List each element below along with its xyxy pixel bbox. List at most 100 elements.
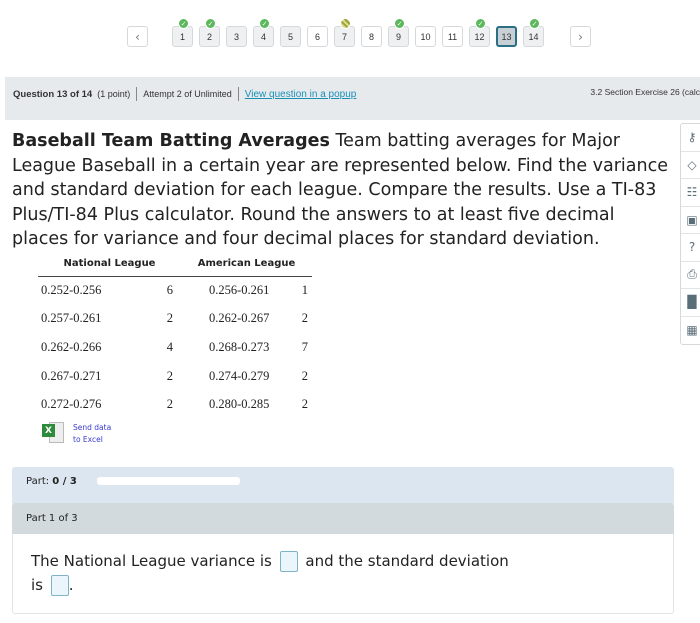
question-pager: ‹ 1 ✓ 2 ✓ 3 4 ✓ 5 6 7 8 9 ✓ 10 11 12 ✓ 13 14 ✓ ›	[0, 18, 700, 48]
print-icon[interactable]: ⎙	[681, 262, 700, 289]
question-number-label: 5	[287, 31, 293, 42]
question-number-label: 4	[260, 31, 266, 42]
tools-sidebar: ⚷ ◇ ☷ ▣ ? ⎙ ▐▌ ▦	[680, 123, 700, 345]
part-header: Part 1 of 3	[12, 503, 674, 534]
col-header-american: American League	[181, 256, 312, 277]
question-1-button[interactable]: 1 ✓	[172, 18, 193, 47]
std-dev-input[interactable]	[50, 575, 69, 596]
next-question-button[interactable]: ›	[570, 26, 591, 47]
check-icon: ✓	[394, 18, 405, 29]
question-number-label: 14	[528, 31, 539, 42]
question-5-button[interactable]: 5	[280, 26, 301, 47]
textbook-icon[interactable]: ▣	[681, 207, 700, 234]
table-row: 0.262-0.266 4 0.268-0.273 7	[38, 333, 312, 362]
chevron-right-icon: ›	[578, 29, 583, 44]
question-6-button[interactable]: 6	[307, 26, 328, 47]
range-cell: 0.257-0.261	[41, 311, 102, 326]
review-icon[interactable]: ☷	[681, 179, 700, 207]
check-icon: ✓	[259, 18, 270, 29]
excel-icon: X	[42, 422, 66, 444]
view-popup-link[interactable]: View question in a popup	[245, 89, 357, 100]
check-icon: ✓	[475, 18, 486, 29]
prev-question-button[interactable]: ‹	[127, 26, 148, 47]
divider	[237, 87, 239, 101]
question-2-button[interactable]: 2 ✓	[199, 18, 220, 47]
part-label: Part:	[26, 476, 53, 487]
answer-text: .	[68, 576, 74, 594]
question-number: Question 13 of 14	[13, 88, 93, 100]
frequency-cell: 7	[301, 339, 308, 354]
question-number-label: 8	[368, 31, 374, 42]
help-icon[interactable]: ?	[681, 234, 700, 262]
range-cell: 0.268-0.273	[209, 339, 270, 354]
question-number-label: 9	[395, 31, 401, 42]
check-icon: ✓	[205, 18, 216, 29]
variance-input[interactable]	[279, 551, 298, 572]
question-number-label: 6	[314, 31, 320, 42]
send-to-excel-button[interactable]: X Send data to Excel	[42, 422, 111, 446]
check-icon: ✓	[529, 18, 540, 29]
question-number-label: 11	[447, 31, 458, 42]
question-number-label: 10	[420, 31, 431, 42]
question-7-button[interactable]: 7	[334, 18, 355, 47]
question-title: Baseball Team Batting Averages	[12, 131, 330, 151]
frequency-cell: 2	[301, 368, 308, 383]
table-row: 0.272-0.276 2 0.280-0.285 2	[38, 390, 312, 419]
range-cell: 0.274-0.279	[209, 368, 270, 383]
question-14-button[interactable]: 14 ✓	[523, 18, 544, 47]
answer-text: and the standard deviation	[305, 552, 509, 570]
partial-credit-icon	[340, 18, 351, 29]
range-cell: 0.272-0.276	[41, 397, 102, 412]
frequency-cell: 2	[301, 311, 308, 326]
question-text: Baseball Team Batting Averages Team batt…	[12, 129, 674, 252]
question-3-button[interactable]: 3	[226, 26, 247, 47]
range-cell: 0.267-0.271	[41, 368, 102, 383]
question-number-label: 7	[341, 31, 347, 42]
attempt-info: Attempt 2 of Unlimited	[143, 89, 232, 99]
frequency-cell: 1	[301, 283, 308, 298]
question-10-button[interactable]: 10	[415, 26, 436, 47]
section-label: 3.2 Section Exercise 26 (calc	[590, 87, 700, 97]
question-13-button[interactable]: 13	[496, 26, 517, 47]
question-number-label: 1	[179, 31, 185, 42]
frequency-cell: 2	[166, 397, 173, 412]
answer-text: The National League variance is	[31, 552, 272, 570]
table-row: 0.252-0.256 6 0.256-0.261 1	[38, 276, 312, 305]
range-cell: 0.280-0.285	[209, 397, 270, 412]
question-number-label: 12	[474, 31, 485, 42]
divider	[136, 87, 138, 101]
range-cell: 0.252-0.256	[41, 283, 102, 298]
part-progress-bar: Part: 0 / 3	[12, 467, 674, 505]
col-header-national: National League	[38, 256, 181, 277]
question-4-button[interactable]: 4 ✓	[253, 18, 274, 47]
question-number-label: 13	[501, 31, 512, 42]
direction-sign-icon[interactable]: ◇	[681, 152, 700, 179]
key-icon[interactable]: ⚷	[681, 124, 700, 152]
calculator-icon[interactable]: ▦	[681, 317, 700, 345]
excel-label: to Excel	[73, 435, 103, 444]
table-row: 0.257-0.261 2 0.262-0.267 2	[38, 305, 312, 334]
range-cell: 0.262-0.266	[41, 339, 102, 354]
part-value: 0 / 3	[52, 476, 77, 487]
part-body: The National League variance is and the …	[12, 534, 674, 614]
chevron-left-icon: ‹	[135, 29, 140, 44]
table-row: 0.267-0.271 2 0.274-0.279 2	[38, 362, 312, 391]
question-9-button[interactable]: 9 ✓	[388, 18, 409, 47]
frequency-cell: 2	[166, 311, 173, 326]
progress-track	[97, 477, 240, 485]
frequency-cell: 4	[166, 339, 173, 354]
question-header: Question 13 of 14 (1 point) Attempt 2 of…	[5, 77, 700, 120]
frequency-cell: 2	[166, 368, 173, 383]
frequency-cell: 2	[301, 397, 308, 412]
question-points: (1 point)	[97, 89, 131, 99]
question-12-button[interactable]: 12 ✓	[469, 18, 490, 47]
part-title: Part 1 of 3	[26, 513, 78, 524]
chart-icon[interactable]: ▐▌	[681, 289, 700, 317]
question-number-label: 3	[233, 31, 239, 42]
frequency-cell: 6	[166, 283, 173, 298]
check-icon: ✓	[178, 18, 189, 29]
range-cell: 0.256-0.261	[209, 283, 270, 298]
excel-label: Send data	[73, 423, 112, 432]
question-11-button[interactable]: 11	[442, 26, 463, 47]
question-8-button[interactable]: 8	[361, 26, 382, 47]
